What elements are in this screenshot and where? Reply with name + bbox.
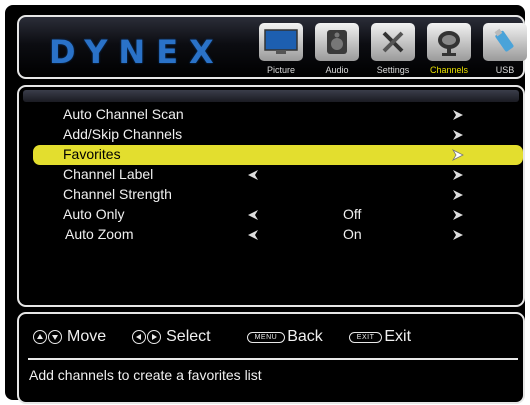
right-arrow-icon [452, 149, 464, 161]
left-arrow-icon [248, 210, 258, 220]
exit-label: Exit [384, 328, 412, 345]
settings-icon [371, 23, 415, 61]
left-arrow-icon [132, 330, 147, 344]
right-arrow-icon [453, 210, 463, 220]
right-arrow-icon [453, 130, 463, 140]
picture-icon [259, 23, 303, 61]
select-label: Select [166, 328, 211, 345]
right-arrow-icon [453, 190, 463, 200]
tab-settings[interactable]: Settings [368, 23, 418, 75]
menu-tabs: Picture Audio Settings Channels USB [256, 23, 530, 75]
menu-item-channel-label[interactable]: Channel Label [19, 165, 523, 185]
item-description: Add channels to create a favorites list [29, 367, 262, 383]
menu-key-icon: MENU [246, 331, 286, 343]
up-arrow-icon [33, 330, 47, 344]
menu-item-label: Auto Only [63, 206, 125, 222]
usb-icon [483, 23, 527, 61]
select-hint: Select [132, 328, 211, 346]
menu-item-auto-only[interactable]: Auto Only Off [19, 205, 523, 225]
dynex-logo: DYNEX [49, 33, 225, 71]
menu-item-label: Channel Strength [63, 186, 172, 202]
channels-icon [427, 23, 471, 61]
right-arrow-icon [453, 230, 463, 240]
move-hint: Move [33, 328, 106, 346]
right-arrow-icon [453, 110, 463, 120]
menu-item-auto-channel-scan[interactable]: Auto Channel Scan [19, 105, 523, 125]
tab-label: Channels [429, 65, 469, 75]
tab-label: Settings [376, 65, 410, 75]
tab-label: USB [495, 65, 515, 75]
footer-panel: Move Select MENU Back EXIT Exit Add chan… [17, 312, 525, 404]
menu-item-value: On [343, 226, 362, 242]
left-arrow-icon [248, 230, 258, 240]
down-arrow-icon [48, 330, 62, 344]
tab-label: Audio [325, 65, 349, 75]
header-panel: DYNEX Picture Audio Settings Channels US… [17, 15, 527, 79]
menu-item-channel-strength[interactable]: Channel Strength [19, 185, 523, 205]
tab-channels[interactable]: Channels [424, 23, 474, 75]
back-label: Back [287, 328, 323, 345]
move-label: Move [67, 328, 107, 345]
audio-icon [315, 23, 359, 61]
back-hint: MENU Back [246, 328, 323, 346]
right-arrow-icon [453, 170, 463, 180]
menu-item-label: Channel Label [63, 166, 154, 182]
menu-panel: Auto Channel Scan Add/Skip Channels Favo… [17, 85, 525, 307]
tab-label: Picture [266, 65, 295, 75]
right-arrow-icon [147, 330, 162, 344]
exit-hint: EXIT Exit [348, 328, 412, 346]
menu-list: Auto Channel Scan Add/Skip Channels Favo… [19, 105, 523, 245]
key-hints: Move Select MENU Back EXIT Exit [33, 328, 437, 346]
tab-picture[interactable]: Picture [256, 23, 306, 75]
menu-item-label: Auto Channel Scan [63, 106, 184, 122]
menu-item-label: Auto Zoom [65, 226, 134, 242]
tab-usb[interactable]: USB [480, 23, 530, 75]
menu-item-label: Favorites [63, 146, 121, 162]
menu-item-add-skip-channels[interactable]: Add/Skip Channels [19, 125, 523, 145]
tv-screen: DYNEX Picture Audio Settings Channels US… [5, 5, 527, 404]
menu-item-value: Off [343, 206, 362, 222]
exit-key-icon: EXIT [348, 331, 383, 343]
tab-audio[interactable]: Audio [312, 23, 362, 75]
menu-top-bar [23, 90, 519, 102]
menu-item-auto-zoom[interactable]: Auto Zoom On [19, 225, 523, 245]
footer-divider [28, 358, 518, 360]
menu-item-favorites[interactable]: Favorites [33, 145, 523, 165]
left-arrow-icon [248, 170, 258, 180]
menu-item-label: Add/Skip Channels [63, 126, 183, 142]
